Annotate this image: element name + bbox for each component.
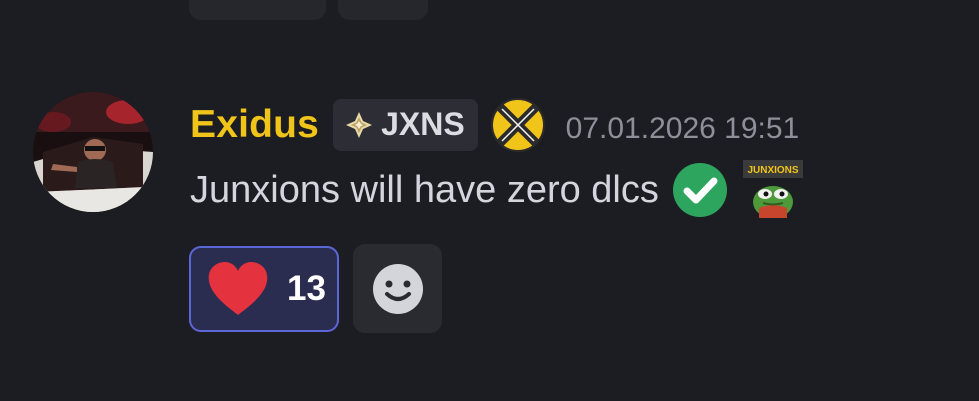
timestamp: 07.01.2026 19:51 bbox=[565, 111, 800, 145]
heart-icon bbox=[208, 261, 268, 315]
previous-reaction[interactable] bbox=[189, 0, 326, 20]
add-reaction-button[interactable] bbox=[353, 244, 442, 333]
smile-icon bbox=[372, 263, 423, 314]
chat-view: Exidus JXNS 07.01.2026 19:51 Junxions wi bbox=[0, 0, 979, 401]
check-mark-icon[interactable] bbox=[671, 161, 729, 219]
reactions-bar: 13 bbox=[189, 244, 442, 333]
previous-add-reaction[interactable] bbox=[338, 0, 428, 20]
message-text: Junxions will have zero dlcs bbox=[190, 168, 659, 211]
pepe-junxions-icon[interactable]: JUNXIONS bbox=[741, 158, 805, 222]
diamond-sparkle-icon bbox=[346, 111, 373, 138]
pepe-sign-text: JUNXIONS bbox=[747, 165, 798, 176]
reaction-count: 13 bbox=[287, 268, 326, 308]
server-tag-label: JXNS bbox=[381, 106, 465, 142]
server-tag[interactable]: JXNS bbox=[333, 98, 478, 151]
message-header: Exidus JXNS 07.01.2026 19:51 bbox=[190, 97, 799, 152]
message-content: Junxions will have zero dlcs JUNXIONS bbox=[190, 160, 805, 219]
server-crossroads-badge-icon[interactable] bbox=[490, 97, 546, 153]
avatar-image bbox=[33, 92, 153, 212]
reaction-heart-button[interactable]: 13 bbox=[189, 245, 339, 332]
username[interactable]: Exidus bbox=[190, 103, 319, 147]
avatar[interactable] bbox=[33, 92, 153, 212]
